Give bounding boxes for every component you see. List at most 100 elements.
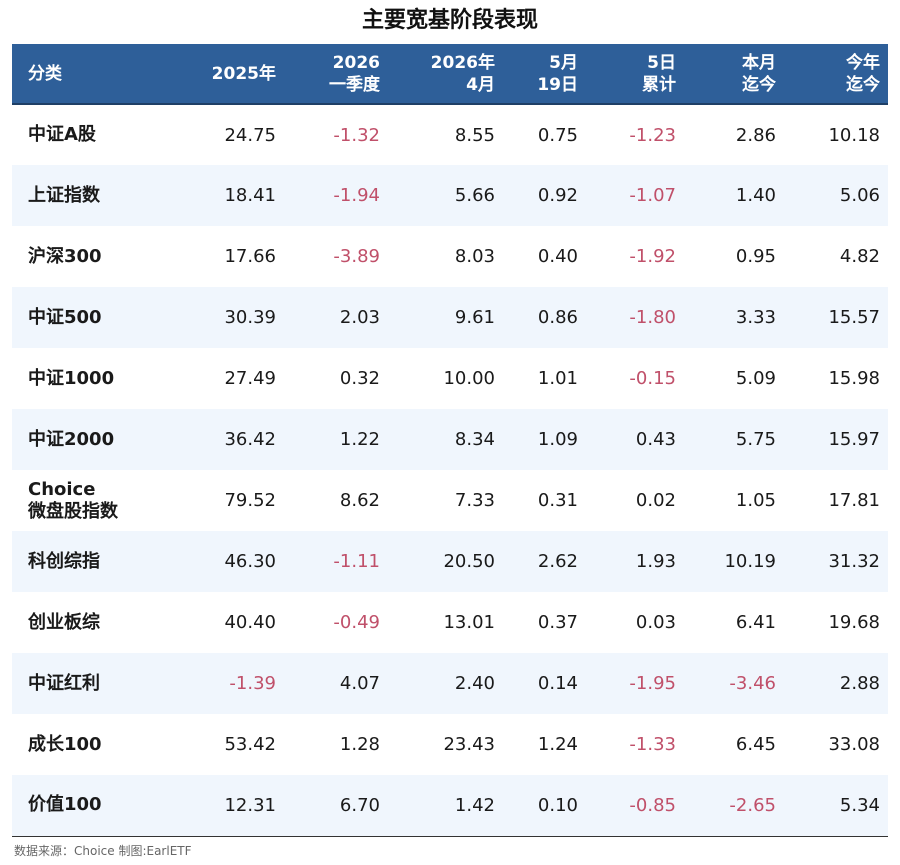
table-body: 中证A股 24.75 -1.32 8.55 0.75 -1.23 2.86 10.18 上证指数… (12, 104, 888, 837)
table-row: 创业板综 40.40 -0.49 13.01 0.37 0.03 6.41 19.68 (12, 592, 888, 653)
value-cell: 53.42 (224, 734, 276, 755)
index-name-cell: 中证红利 (12, 653, 172, 714)
value-cell: 0.03 (635, 612, 676, 633)
value-cell: 19.68 (828, 612, 880, 633)
value-cell: 23.43 (443, 734, 495, 755)
value-cell: -3.46 (729, 673, 776, 694)
value-cell: 0.02 (635, 490, 676, 511)
table-row: 中证500 30.39 2.03 9.61 0.86 -1.80 3.33 15.57 (12, 287, 888, 348)
value-cell: 5.34 (784, 775, 888, 837)
column-header-line: 2026 (332, 52, 380, 73)
table-row: 中证1000 27.49 0.32 10.00 1.01 -0.15 5.09 15.98 (12, 348, 888, 409)
value-cell: 15.57 (828, 307, 880, 328)
value-cell: 10.19 (724, 551, 776, 572)
column-header: 5月 19日 (503, 44, 586, 105)
column-header-line: 今年 (846, 52, 880, 73)
value-cell: 17.66 (224, 246, 276, 267)
value-cell: 3.33 (735, 307, 776, 328)
table-row: 中证红利 -1.39 4.07 2.40 0.14 -1.95 -3.46 2.88 (12, 653, 888, 714)
value-cell: 6.70 (284, 775, 388, 837)
value-cell: 15.98 (828, 368, 880, 389)
value-cell: 1.93 (635, 551, 676, 572)
value-cell: 79.52 (224, 490, 276, 511)
table-row: 中证2000 36.42 1.22 8.34 1.09 0.43 5.75 15.97 (12, 409, 888, 470)
column-header-line: 累计 (642, 74, 676, 95)
value-cell: 27.49 (224, 368, 276, 389)
source-note: 数据来源：Choice 制图:EarlETF (14, 844, 192, 858)
column-header-line: 4月 (466, 74, 495, 95)
value-cell: 31.32 (828, 551, 880, 572)
value-cell: -1.33 (629, 734, 676, 755)
value-cell: 2.86 (735, 124, 776, 146)
table-row: 上证指数 18.41 -1.94 5.66 0.92 -1.07 1.40 5.06 (12, 165, 888, 226)
value-cell: 18.41 (224, 185, 276, 206)
index-name-line: 科创综指 (28, 550, 100, 572)
value-cell: 46.30 (224, 551, 276, 572)
value-cell: 1.42 (388, 775, 503, 837)
index-name-cell: 中证A股 (12, 104, 172, 165)
value-cell: 36.42 (224, 429, 276, 450)
index-name-line: 微盘股指数 (28, 500, 118, 522)
value-cell: -1.11 (333, 551, 380, 572)
index-name-cell: 沪深300 (12, 226, 172, 287)
value-cell: 40.40 (224, 612, 276, 633)
value-cell: 8.55 (454, 124, 495, 146)
value-cell: -3.89 (333, 246, 380, 267)
column-header: 2025年 (172, 44, 284, 105)
value-cell: 0.86 (537, 307, 578, 328)
value-cell: 8.62 (339, 490, 380, 511)
value-cell: 0.31 (537, 490, 578, 511)
page-title: 主要宽基阶段表现 (361, 8, 538, 33)
column-header-line: 迄今 (742, 74, 776, 95)
value-cell: 6.45 (735, 734, 776, 755)
index-name-line: 沪深300 (28, 245, 102, 267)
value-cell: 5.06 (839, 185, 880, 206)
column-header-line: 2025年 (211, 63, 276, 84)
table-row: 价值100 12.31 6.70 1.42 0.10 -0.85 -2.65 5.34 (12, 775, 888, 837)
value-cell: 5.09 (735, 368, 776, 389)
value-cell: 0.32 (339, 368, 380, 389)
column-header: 今年 迄今 (784, 44, 888, 105)
index-name-line: 中证红利 (28, 672, 100, 694)
index-name-line: 中证1000 (28, 367, 115, 389)
index-name-cell: 科创综指 (12, 531, 172, 592)
index-name-line: 创业板综 (28, 611, 100, 633)
value-cell: 10.18 (828, 124, 880, 146)
table-row: 科创综指 46.30 -1.11 20.50 2.62 1.93 10.19 31.32 (12, 531, 888, 592)
value-cell: 15.97 (828, 429, 880, 450)
index-name-line: 中证A股 (28, 124, 96, 145)
value-cell: -1.07 (629, 185, 676, 206)
column-header: 2026 一季度 (284, 44, 388, 105)
value-cell: 0.43 (635, 429, 676, 450)
column-header-line: 5日 (647, 52, 676, 73)
value-cell: 1.28 (339, 734, 380, 755)
column-header: 本月 迄今 (684, 44, 784, 105)
value-cell: -0.85 (586, 775, 684, 837)
value-cell: 0.40 (537, 246, 578, 267)
value-cell: 0.37 (537, 612, 578, 633)
column-header: 2026年 4月 (388, 44, 503, 105)
value-cell: 1.05 (735, 490, 776, 511)
index-name-cell: 中证1000 (12, 348, 172, 409)
value-cell: 1.40 (735, 185, 776, 206)
column-header-line: 分类 (28, 63, 62, 84)
value-cell: 5.66 (454, 185, 495, 206)
value-cell: 0.10 (503, 775, 586, 837)
index-name-cell: 中证500 (12, 287, 172, 348)
table-row: 成长100 53.42 1.28 23.43 1.24 -1.33 6.45 33.08 (12, 714, 888, 775)
value-cell: 30.39 (224, 307, 276, 328)
index-name-cell: 成长100 (12, 714, 172, 775)
value-cell: 4.07 (339, 673, 380, 694)
index-name-line: 价值100 (28, 794, 102, 816)
value-cell: 33.08 (828, 734, 880, 755)
column-header-line: 5月 (549, 52, 578, 73)
value-cell: 2.03 (339, 307, 380, 328)
value-cell: 17.81 (828, 490, 880, 511)
table-header-row: 分类 2025年 2026 一季度 2026年 4月 5月 19日 5日 累计 本月 迄今 今年 迄今 (12, 44, 888, 105)
value-cell: 2.88 (839, 673, 880, 694)
column-header-line: 19日 (537, 74, 578, 95)
index-name-cell: 中证2000 (12, 409, 172, 470)
value-cell: 8.03 (454, 246, 495, 267)
index-name-cell: 价值100 (12, 775, 172, 837)
value-cell: 0.92 (537, 185, 578, 206)
